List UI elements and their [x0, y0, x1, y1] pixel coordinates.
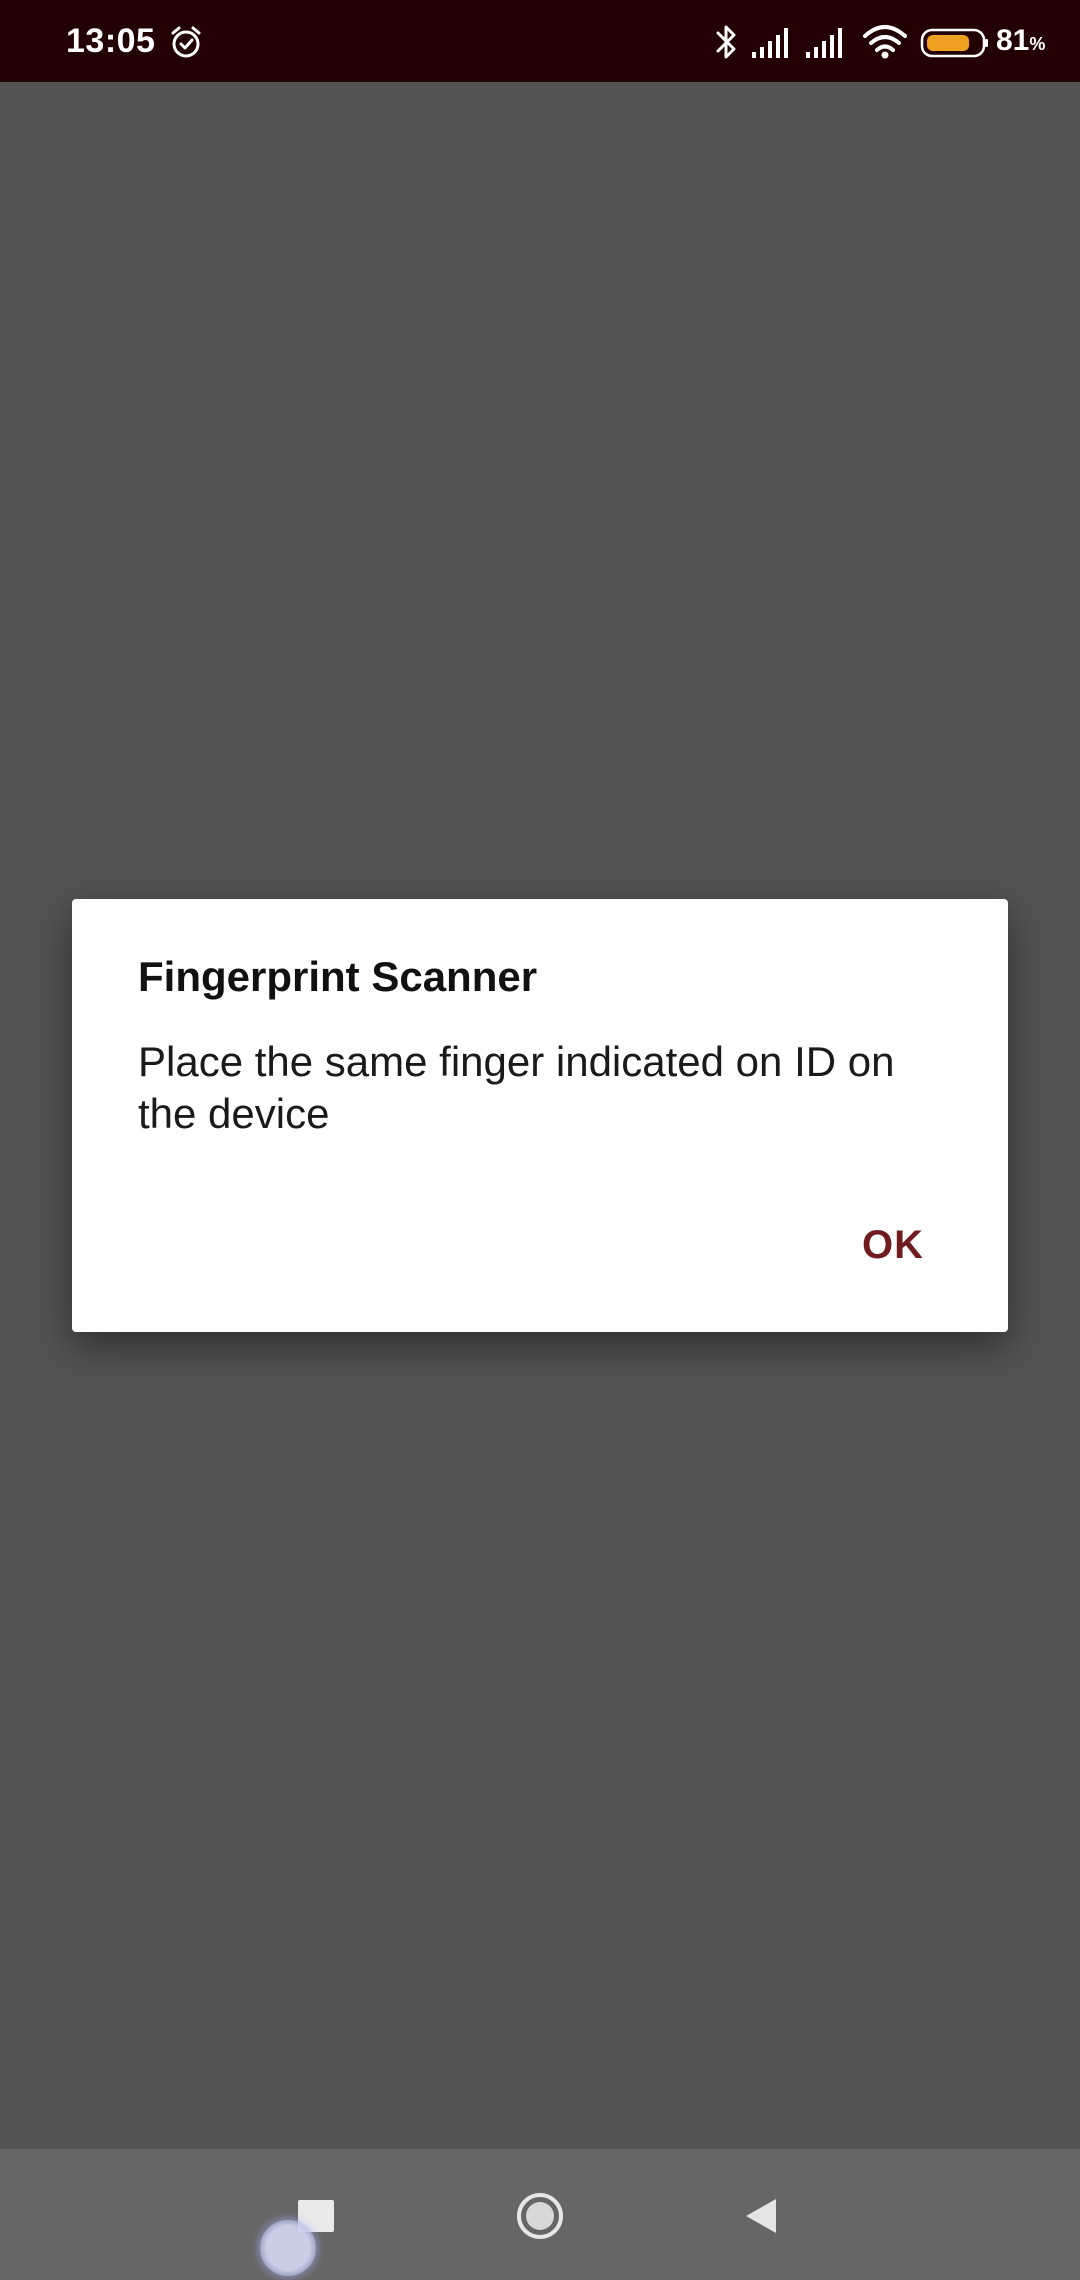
battery-icon [920, 28, 988, 58]
home-button[interactable] [516, 2192, 564, 2240]
fingerprint-dialog: Fingerprint Scanner Place the same finge… [72, 899, 1008, 1332]
bluetooth-icon [716, 25, 736, 59]
status-bar: 13:05 81% [0, 0, 1080, 82]
dialog-message: Place the same finger indicated on ID on… [138, 1038, 895, 1137]
signal-icon [806, 28, 842, 58]
signal-icon [752, 28, 788, 58]
ok-button[interactable]: OK [850, 1217, 936, 1274]
dialog-title: Fingerprint Scanner [138, 953, 538, 1000]
screen: 13:05 81% Fingerprint Scanner Place the … [0, 0, 1080, 2280]
navigation-bar [0, 2149, 1080, 2280]
battery-percentage: 81% [996, 24, 1046, 57]
alarm-icon [171, 26, 201, 58]
back-button[interactable] [744, 2197, 778, 2235]
touch-indicator [260, 2220, 316, 2276]
wifi-icon [863, 25, 907, 59]
status-time: 13:05 [66, 22, 156, 60]
